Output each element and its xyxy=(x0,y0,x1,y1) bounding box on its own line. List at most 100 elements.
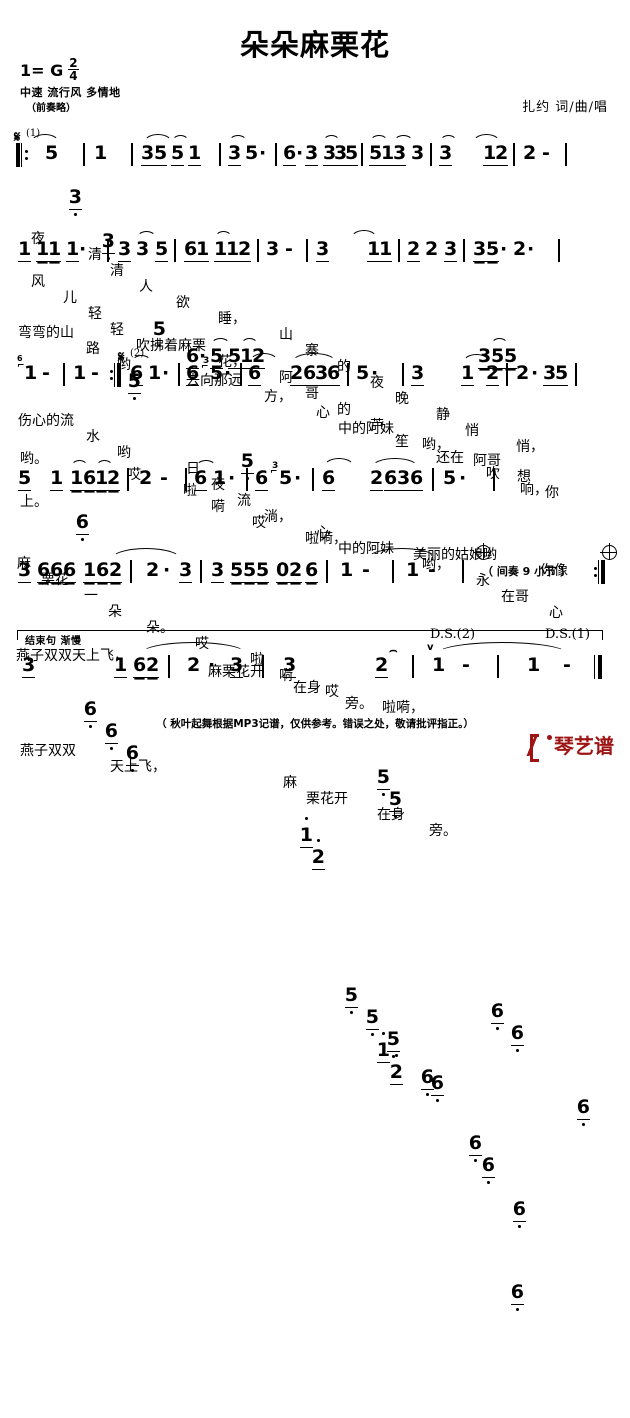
dot: · xyxy=(162,362,170,384)
note: 5 xyxy=(243,559,257,583)
slur xyxy=(350,230,378,240)
note: 1 xyxy=(70,467,84,491)
slur xyxy=(462,354,491,364)
barline xyxy=(430,143,432,166)
slur xyxy=(132,355,151,362)
dot: · xyxy=(224,362,232,384)
final-barline xyxy=(594,655,630,679)
note: 3 xyxy=(411,362,425,386)
barline xyxy=(558,239,560,262)
note: 2 xyxy=(187,654,201,676)
barline xyxy=(127,468,129,491)
dot: · xyxy=(79,238,87,260)
note: 2 xyxy=(495,142,509,166)
note: 3 xyxy=(305,142,319,166)
barline xyxy=(462,560,464,583)
barline xyxy=(174,239,176,262)
note: 1 xyxy=(527,654,541,676)
note: 2 xyxy=(425,238,439,260)
dot: · xyxy=(527,238,535,260)
note: 5 xyxy=(486,238,500,262)
dot: · xyxy=(500,238,508,260)
repeat-end-barline-2 xyxy=(594,560,630,584)
barline xyxy=(361,143,363,166)
note: 1 xyxy=(114,654,128,678)
sheet-music-page: 朵朵麻栗花 1= G 2 4 中速 流行风 多情地 （前奏略） 扎约 词/曲/唱… xyxy=(0,0,630,1305)
note-extend: - xyxy=(285,238,293,260)
note-row-5: 3 6 6 6 1 6 2 2 · 3 3 5 5 5 0 2 6 1 - 1 xyxy=(0,548,630,593)
note: 2 xyxy=(238,238,252,262)
note: 0 xyxy=(276,559,290,583)
author-credit: 扎约 词/曲/唱 xyxy=(522,100,608,115)
slur xyxy=(172,135,189,142)
note-row-6: 3 6 6 6 1 6 2 2 · 3 3 5 5 5 2 6 ⌢ v 1 - xyxy=(0,642,630,1096)
note: 5 xyxy=(356,362,370,384)
page-title: 朵朵麻栗花 xyxy=(239,28,390,62)
note: 3 xyxy=(22,654,36,678)
note: 2 xyxy=(146,654,160,678)
dot: · xyxy=(294,467,302,489)
note: 6 xyxy=(512,1198,526,1222)
slur xyxy=(323,135,340,142)
note: 1 xyxy=(83,559,97,583)
lyric-row-1a: 夜 清 清 人 欲 睡， 山 寨 的 夜 晚 静 悄 悄， xyxy=(31,231,544,455)
note: 6 xyxy=(194,467,208,491)
note: 5 xyxy=(230,559,244,583)
barline xyxy=(275,143,277,166)
note-row-3: 6 ⌐ 1 - 1 - 6 1 · 6 3 ⌐ 5 · 6 1 2 2 6 3 … xyxy=(0,353,630,1222)
note: 5 xyxy=(155,238,169,262)
note: 2 xyxy=(107,467,121,491)
note: 2 xyxy=(523,142,537,164)
slur xyxy=(229,135,247,142)
barline xyxy=(312,468,314,491)
note: 3 xyxy=(393,142,407,166)
music-line-4: 5 6 1 1 6 1 2 2 - 6 1 · 6 3 ⌐ 5 · 6 1 2 … xyxy=(0,455,630,1305)
note: 1 xyxy=(299,824,313,848)
note-extend: - xyxy=(42,362,50,384)
note: 6 xyxy=(186,362,200,386)
barline xyxy=(257,239,259,262)
barline xyxy=(131,143,133,166)
note: 3 xyxy=(283,654,297,678)
slur xyxy=(491,338,508,345)
note: 5 xyxy=(256,559,270,583)
note-extend: - xyxy=(462,654,470,676)
barline xyxy=(326,560,328,583)
note: 6 xyxy=(327,362,341,386)
note: 6 xyxy=(37,559,51,583)
barline xyxy=(262,655,264,678)
note: 6 xyxy=(50,559,64,583)
barline xyxy=(347,363,349,386)
note: 6 xyxy=(255,467,269,491)
music-line-3: 𝄋 (2) 6 ⌐ 1 - 1 - 6 1 · 6 3 ⌐ 5 · 6 1 2 … xyxy=(0,348,630,1222)
note: 6 xyxy=(248,362,262,386)
barline xyxy=(130,560,132,583)
note: 2 xyxy=(370,467,384,491)
ending-label: 结束句 渐慢 xyxy=(25,636,82,647)
note: 5 xyxy=(279,467,293,489)
note: 6 xyxy=(283,142,297,166)
note: 6 xyxy=(481,1154,495,1178)
note: 6 xyxy=(468,1132,482,1156)
note: 5 xyxy=(443,467,457,489)
note: 2 xyxy=(109,559,123,583)
note: 5 xyxy=(365,1006,379,1030)
barline xyxy=(219,143,221,166)
coda-icon-1 xyxy=(474,543,491,560)
note: 3 xyxy=(266,238,280,260)
slur xyxy=(370,135,388,142)
note: 1 xyxy=(50,467,64,491)
note: 1 xyxy=(188,142,202,166)
note: 3 xyxy=(118,238,132,262)
slur xyxy=(371,458,419,468)
slur xyxy=(440,135,457,142)
note: 1 xyxy=(406,559,420,581)
lyric-row-2a: 弯弯的山 路 哟 去向那远 方， 心 中的阿妹 哟， 阿哥 想 你 xyxy=(18,325,559,501)
meter-denominator: 4 xyxy=(69,69,78,83)
note: 1 xyxy=(432,654,446,676)
note: 2 xyxy=(290,362,304,386)
barline xyxy=(168,655,170,678)
note: 3 xyxy=(444,238,458,262)
slur xyxy=(196,460,216,467)
barline xyxy=(506,363,508,386)
